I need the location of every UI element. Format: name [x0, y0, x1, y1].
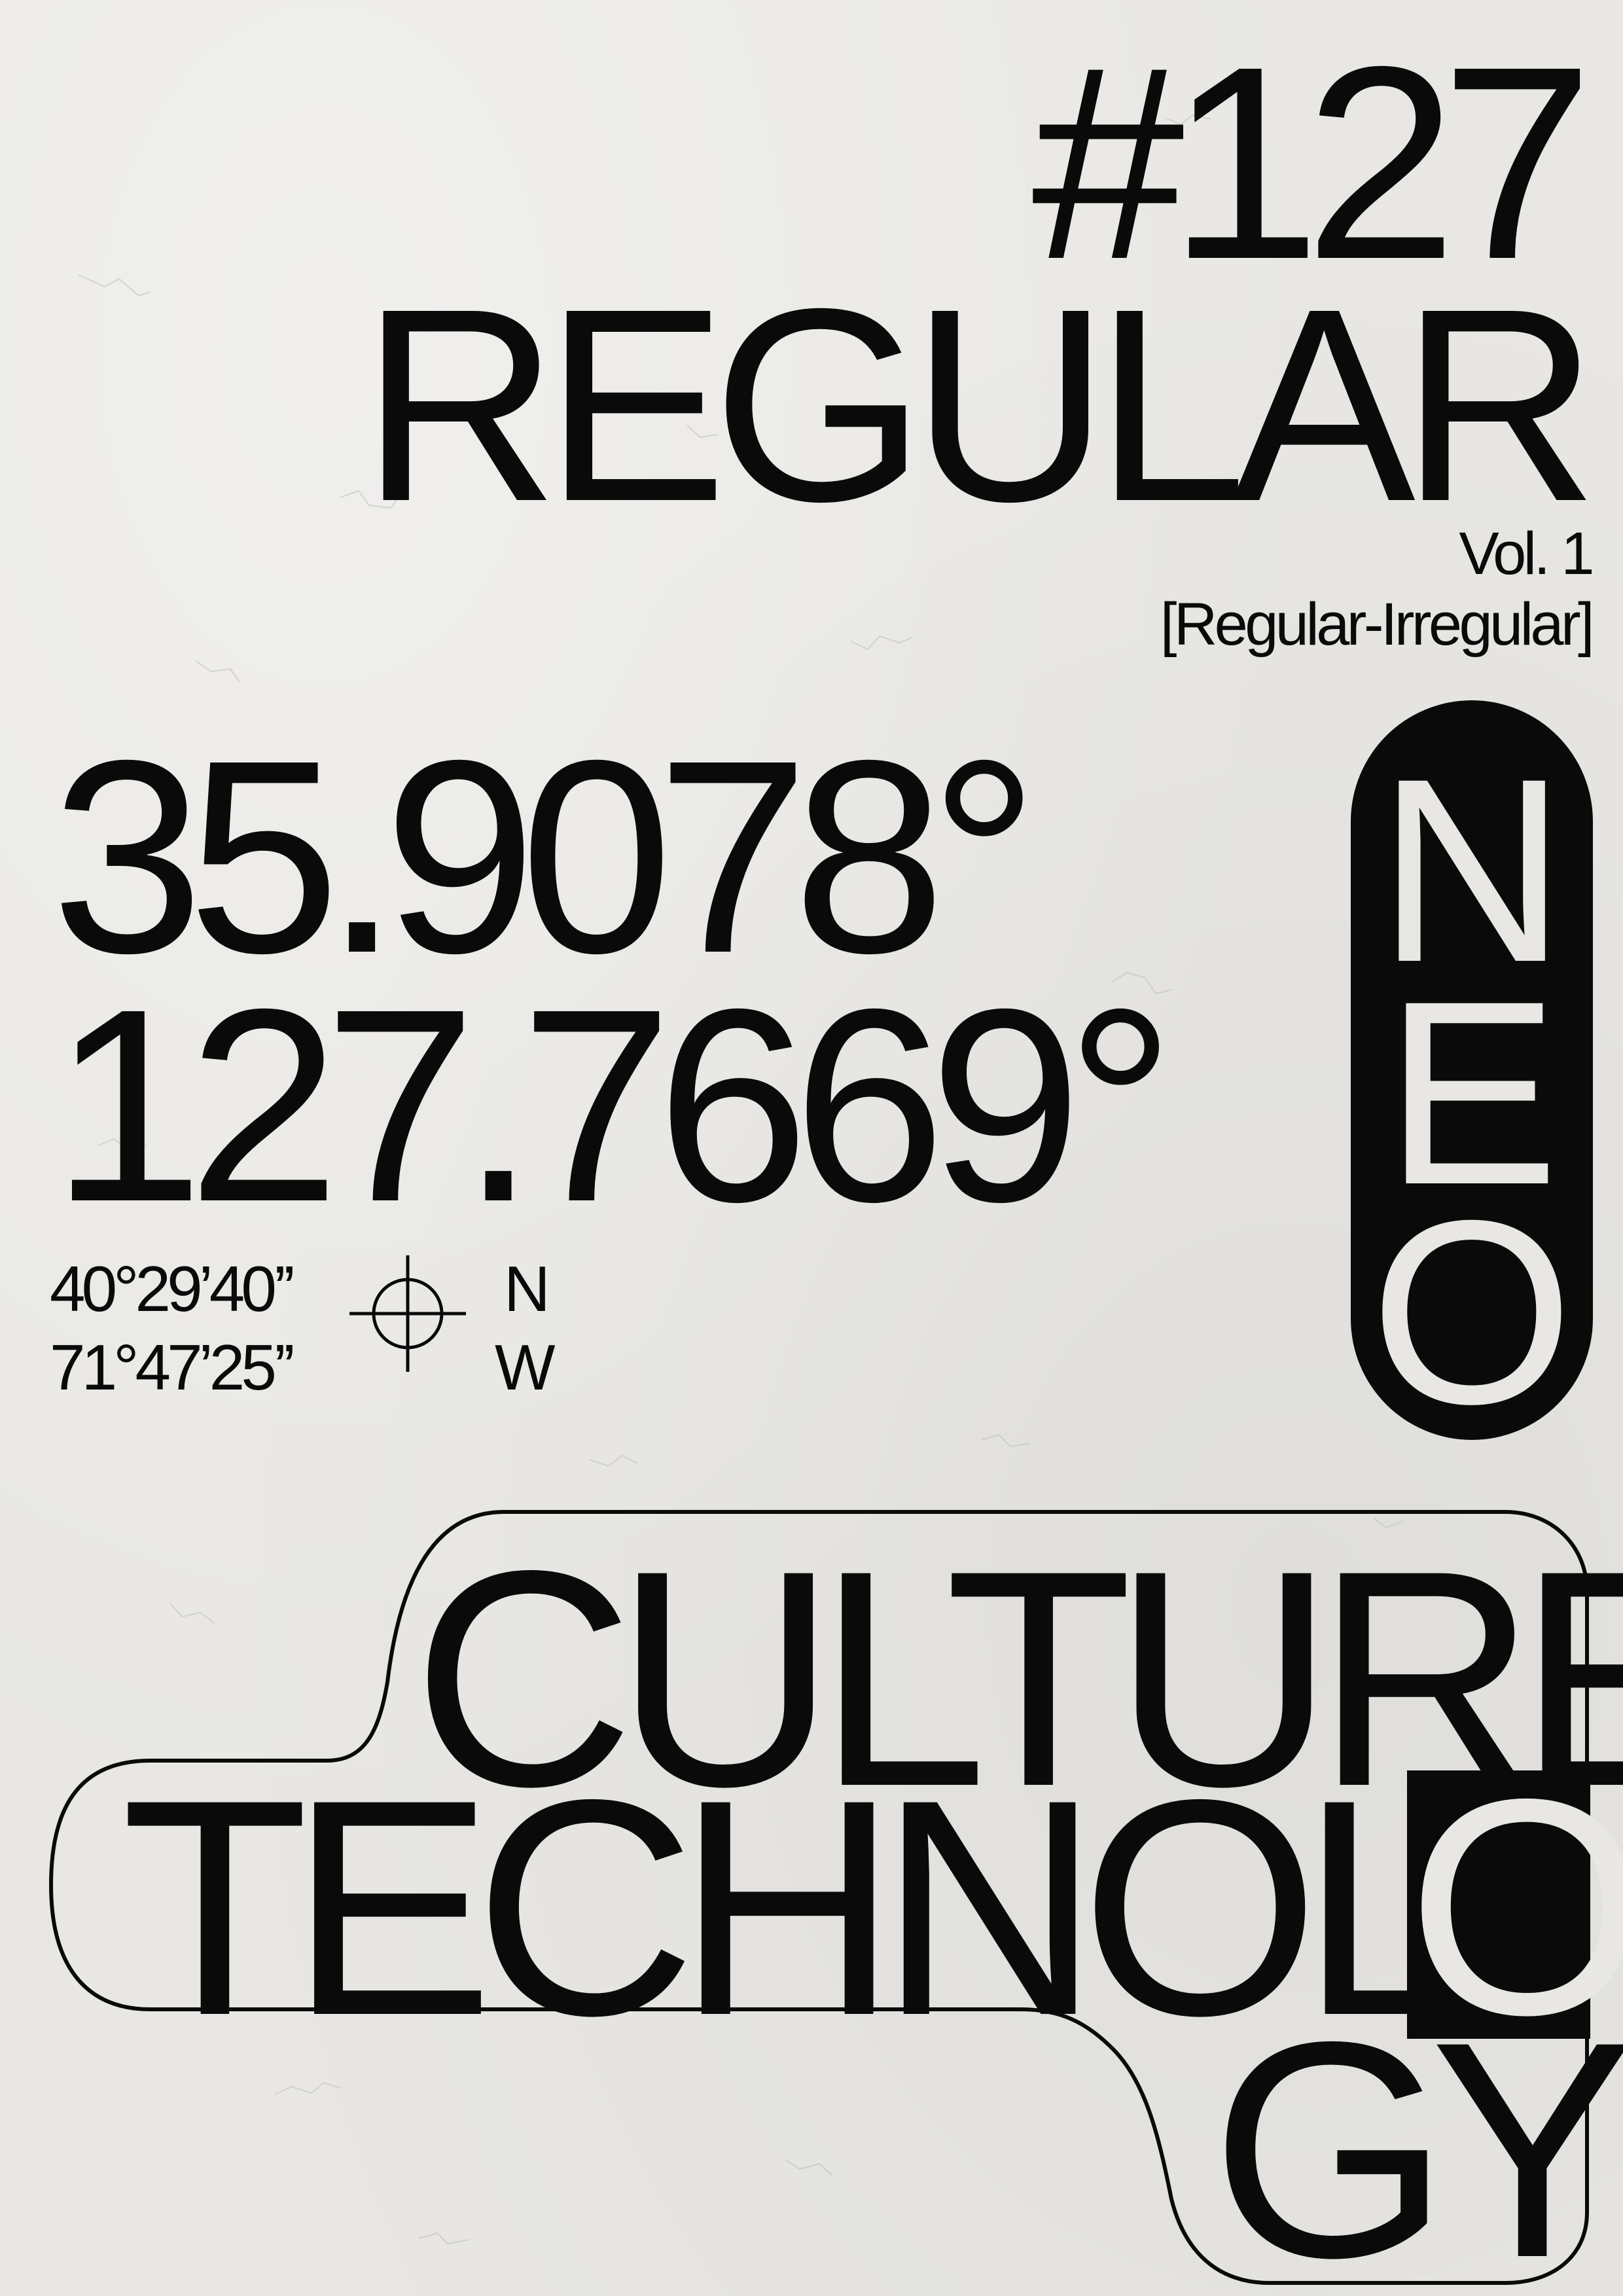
poster: #127 REGULAR Vol. 1 [Regular-Irregular] … — [0, 0, 1623, 2296]
headline-gy: GY — [1211, 1978, 1623, 2296]
